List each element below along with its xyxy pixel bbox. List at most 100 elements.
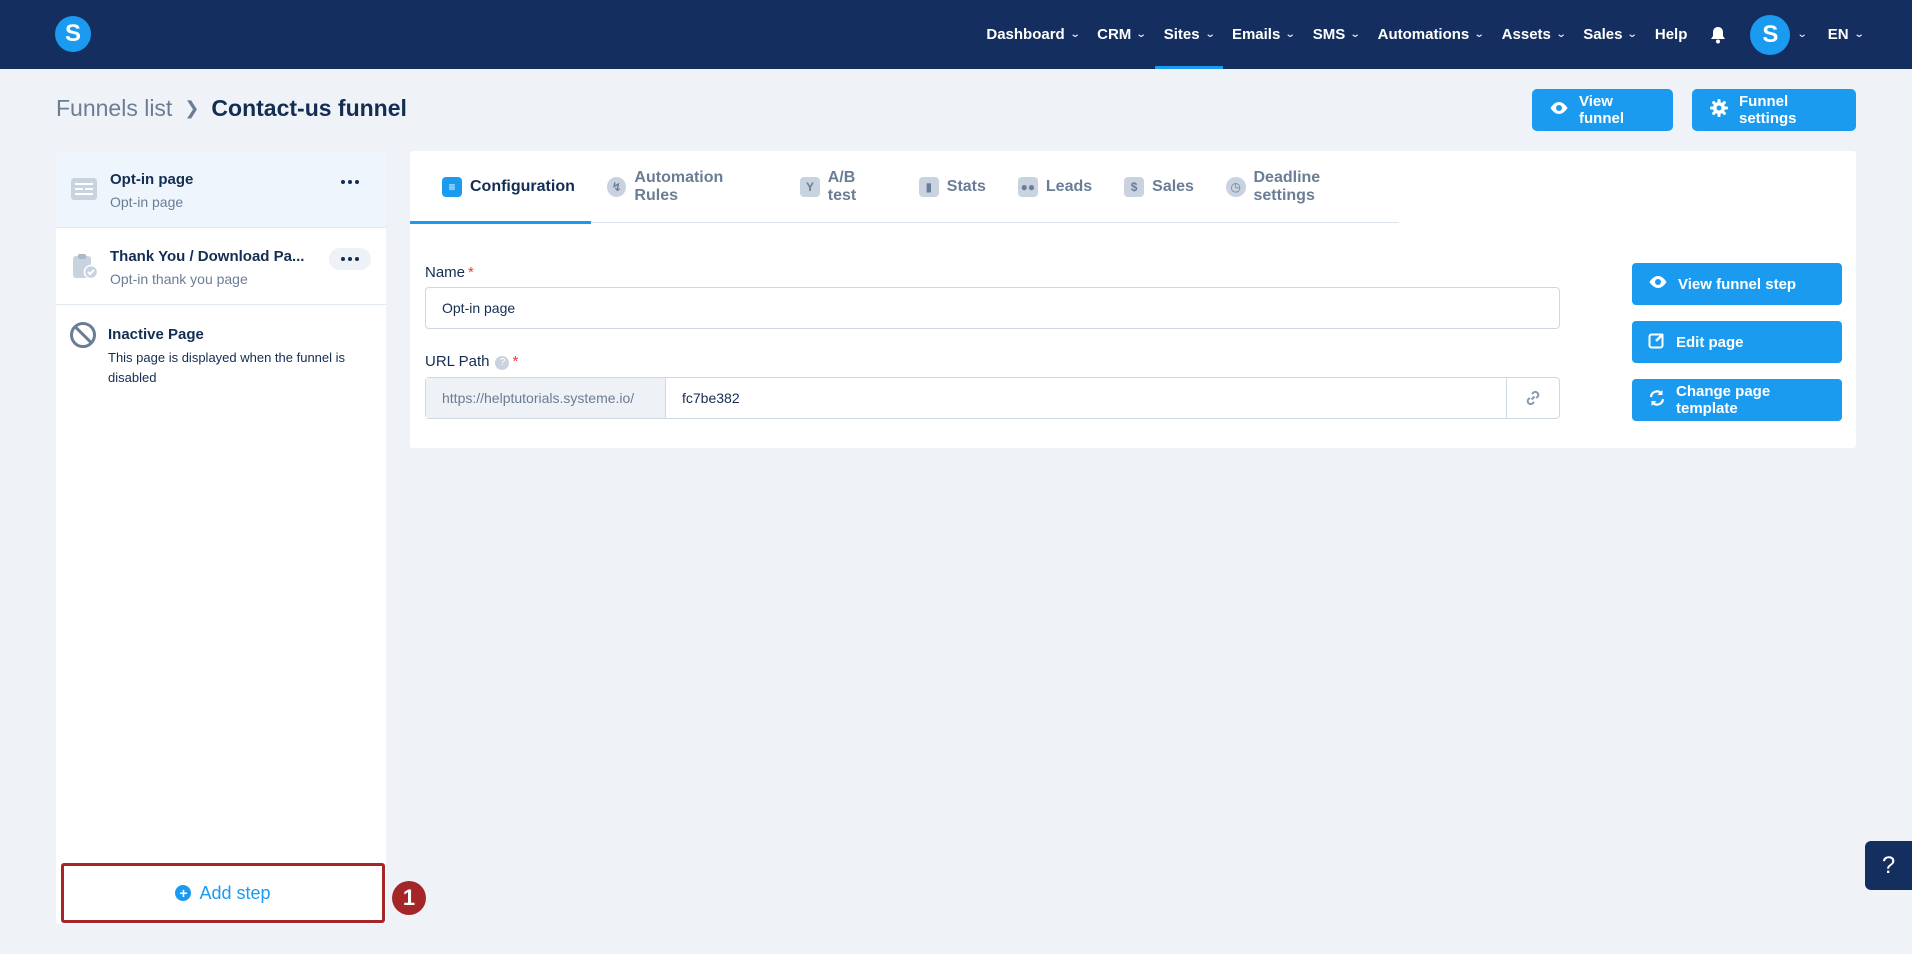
- tab-leads[interactable]: ●● Leads: [1002, 151, 1108, 223]
- edit-page-button[interactable]: Edit page: [1632, 321, 1842, 363]
- logo-letter: S: [64, 20, 81, 47]
- tab-label: Automation Rules: [634, 169, 724, 204]
- chevron-down-icon[interactable]: ⌄: [1797, 29, 1808, 40]
- nav-assets[interactable]: Assets ⌄: [1493, 0, 1575, 69]
- language-selector[interactable]: EN ⌄: [1819, 0, 1872, 69]
- chevron-down-icon: ⌄: [1555, 29, 1567, 40]
- avatar-letter: S: [1762, 20, 1779, 48]
- user-avatar[interactable]: S: [1750, 14, 1791, 55]
- nav-label: Sales: [1583, 26, 1623, 43]
- tab-stats[interactable]: ▮ Stats: [903, 151, 1002, 223]
- nav-label: CRM: [1097, 26, 1132, 43]
- nav-automations[interactable]: Automations ⌄: [1369, 0, 1493, 69]
- plus-circle-icon: +: [175, 885, 192, 901]
- top-navigation-bar: S Dashboard ⌄ CRM ⌄ Sites ⌄ Emails ⌄ SMS ⌄ Au…: [0, 0, 1912, 69]
- nav-sites[interactable]: Sites ⌄: [1154, 0, 1224, 69]
- page-title: Contact-us funnel: [211, 95, 407, 121]
- funnel-step-thank-you[interactable]: Thank You / Download Pa... Opt-in thank …: [56, 228, 386, 305]
- nav-dashboard[interactable]: Dashboard ⌄: [977, 0, 1088, 69]
- step-title: Thank You / Download Pa...: [110, 248, 305, 265]
- inactive-page-description: This page is displayed when the funnel i…: [108, 350, 346, 385]
- funnel-settings-button[interactable]: Funnel settings: [1692, 89, 1856, 131]
- edit-icon: [1648, 331, 1666, 353]
- view-funnel-button[interactable]: View funnel: [1532, 89, 1673, 131]
- step-marker-badge: 1: [392, 881, 426, 915]
- funnel-steps-sidebar: Opt-in page Opt-in page Thank You / Down…: [56, 151, 386, 924]
- tab-sales[interactable]: $ Sales: [1108, 151, 1210, 223]
- nav-sales[interactable]: Sales ⌄: [1574, 0, 1646, 69]
- link-icon[interactable]: [1506, 378, 1559, 418]
- step-subtitle: Opt-in thank you page: [110, 271, 248, 287]
- nav-label: Emails: [1231, 26, 1281, 43]
- chevron-right-icon: ❯: [184, 98, 200, 118]
- sliders-icon: ≡: [442, 177, 462, 197]
- nav-label: Dashboard: [986, 26, 1065, 43]
- more-options-icon[interactable]: [329, 171, 371, 193]
- clipboard-check-icon: [70, 252, 99, 280]
- chevron-down-icon: ⌄: [1474, 29, 1485, 40]
- bell-icon[interactable]: [1704, 0, 1732, 69]
- name-label-text: Name: [425, 264, 466, 281]
- step-title: Opt-in page: [110, 171, 194, 188]
- required-marker: *: [468, 264, 474, 281]
- chevron-down-icon: ⌄: [1349, 29, 1361, 40]
- dollar-icon: $: [1124, 177, 1145, 197]
- funnel-settings-label: Funnel settings: [1739, 93, 1797, 127]
- tab-ab-test[interactable]: Y A/B test: [784, 151, 903, 223]
- help-widget-button[interactable]: ?: [1865, 841, 1912, 890]
- nav-crm[interactable]: CRM ⌄: [1088, 0, 1155, 69]
- url-path-field: https://helptutorials.systeme.io/ fc7be3…: [425, 377, 1560, 419]
- view-funnel-step-label: View funnel step: [1678, 275, 1797, 293]
- eye-icon: [1549, 101, 1569, 119]
- nav-label: Automations: [1377, 26, 1470, 43]
- breadcrumb-funnels-list[interactable]: Funnels list: [56, 95, 172, 122]
- url-path-input[interactable]: fc7be382: [666, 378, 1506, 418]
- tab-label: Stats: [946, 178, 986, 195]
- split-icon: Y: [800, 177, 820, 197]
- add-step-button[interactable]: + Add step: [61, 863, 385, 923]
- url-label-text: URL Path: [425, 353, 490, 370]
- eye-icon: [1648, 275, 1668, 293]
- more-options-icon[interactable]: [329, 248, 371, 270]
- page-icon: [70, 175, 98, 203]
- chevron-down-icon: ⌄: [1853, 29, 1865, 40]
- lightning-icon: ↯: [606, 177, 627, 197]
- view-funnel-step-button[interactable]: View funnel step: [1632, 263, 1842, 305]
- nav-label: Sites: [1163, 26, 1200, 43]
- name-input[interactable]: Opt-in page: [425, 287, 1560, 329]
- tab-label: Sales: [1152, 178, 1194, 195]
- nav-help[interactable]: Help: [1646, 0, 1697, 69]
- tab-configuration[interactable]: ≡ Configuration: [410, 151, 591, 224]
- chevron-down-icon: ⌄: [1627, 29, 1639, 40]
- breadcrumb: Funnels list ❯ Contact-us funnel: [56, 95, 407, 122]
- view-funnel-label: View funnel: [1579, 93, 1624, 127]
- nav-emails[interactable]: Emails ⌄: [1223, 0, 1304, 69]
- edit-page-label: Edit page: [1676, 333, 1744, 351]
- chevron-down-icon: ⌄: [1136, 29, 1147, 40]
- clock-icon: ◷: [1225, 177, 1246, 197]
- funnel-step-optin[interactable]: Opt-in page Opt-in page: [56, 151, 386, 228]
- help-icon[interactable]: ?: [495, 356, 510, 370]
- url-path-field-label: URL Path? *: [425, 353, 518, 370]
- tab-deadline-settings[interactable]: ◷ Deadline settings: [1210, 151, 1399, 223]
- gear-icon: [1709, 98, 1729, 122]
- change-page-template-button[interactable]: Change page template: [1632, 379, 1842, 421]
- tab-label: Configuration: [470, 178, 575, 195]
- add-step-label: Add step: [199, 882, 271, 903]
- nav-label: SMS: [1312, 26, 1346, 43]
- inactive-page-step[interactable]: Inactive Page This page is displayed whe…: [56, 305, 386, 400]
- step-subtitle: Opt-in page: [110, 194, 184, 210]
- url-prefix: https://helptutorials.systeme.io/: [426, 378, 666, 418]
- nav-sms[interactable]: SMS ⌄: [1304, 0, 1369, 69]
- disabled-icon: [70, 322, 96, 348]
- tab-automation-rules[interactable]: ↯ Automation Rules: [591, 151, 784, 223]
- people-icon: ●●: [1017, 177, 1038, 197]
- nav-label: Assets: [1501, 26, 1551, 43]
- step-configuration-panel: ≡ Configuration ↯ Automation Rules Y A/B…: [410, 151, 1856, 448]
- required-marker: *: [512, 353, 519, 370]
- bar-chart-icon: ▮: [918, 177, 939, 197]
- chevron-down-icon: ⌄: [1285, 29, 1296, 40]
- inactive-page-title: Inactive Page: [108, 326, 204, 343]
- app-logo[interactable]: S: [55, 16, 91, 52]
- tab-label: Deadline settings: [1253, 169, 1321, 204]
